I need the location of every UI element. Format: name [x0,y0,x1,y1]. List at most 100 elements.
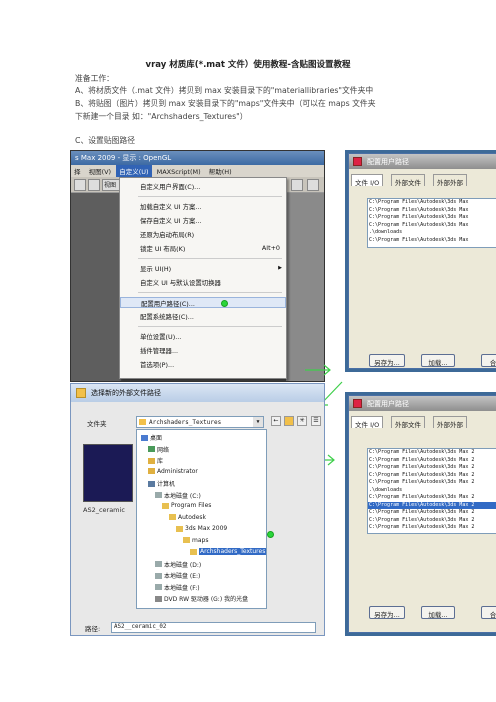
folder-tree-item[interactable]: Archshaders_Textures [190,548,266,557]
folder-tree-item[interactable]: 本地磁盘 (C:) [155,491,201,500]
chevron-down-icon[interactable]: ▼ [253,417,263,427]
save-as-button[interactable]: 另存为... [369,606,405,619]
tab-external-files[interactable]: 外部文件 [391,174,425,187]
ok-button[interactable]: 合 [481,606,496,619]
doc-title: vray 材质库(*.mat 文件）使用教程-含贴图设置教程 [145,60,351,70]
path-list-item[interactable]: C:\Program Files\Autodesk\3ds Max 2 [368,524,496,532]
folder-tree-item[interactable]: 计算机 [148,479,175,488]
folder-tree-item[interactable]: Autodesk [169,514,206,523]
folder-icon [155,584,162,590]
path-list-item[interactable]: C:\Program Files\Autodesk\3ds Max [368,207,496,215]
view-dropdown[interactable]: 视图 [102,179,120,191]
folder-tree-label: DVD RW 驱动器 (G:) 我的光盘 [164,596,249,603]
doc-step-c: C、设置贴图路径 [75,136,136,145]
menu-help[interactable]: 帮助(H) [206,165,235,177]
folder-icon [183,537,190,543]
new-folder-icon[interactable]: ✳ [297,416,307,426]
path-list-item[interactable]: C:\Program Files\Autodesk\3ds Max 2 [368,449,496,457]
menu-item[interactable]: 配置用户路径(C)... [120,297,286,308]
folder-icon [169,514,176,520]
doc-step-b: B、将贴图（图片）拷贝到 max 安装目录下的"maps"文件夹中（可以在 ma… [75,99,376,108]
menu-item[interactable]: 插件管理器... [120,345,286,356]
menu-item[interactable]: 首选项(P)... [120,359,286,370]
path-input[interactable]: AS2__ceramic_02 [111,622,316,633]
app-icon [353,157,362,166]
tab-file-io[interactable]: 文件 I/O [351,174,384,187]
menu-item[interactable]: 加载自定义 UI 方案... [120,201,286,212]
menu-customize[interactable]: 自定义(U) [116,165,152,177]
folder-tree-item[interactable]: 本地磁盘 (D:) [155,560,201,569]
folder-tree-item[interactable]: 网络 [148,445,169,454]
menu-item[interactable]: 单位设置(U)... [120,331,286,342]
path-list-item[interactable]: C:\Program Files\Autodesk\3ds Max 2 [368,501,496,509]
path-list-item[interactable]: C:\Program Files\Autodesk\3ds Max 2 [368,472,496,480]
back-icon[interactable]: ← [271,416,281,426]
folder-icon [155,561,162,567]
path-list-item[interactable]: C:\Program Files\Autodesk\3ds Max [368,214,496,222]
folder-tree-item[interactable]: Administrator [148,468,198,477]
toolbar-icon[interactable] [291,179,303,191]
menu-item[interactable]: 自定义 UI 与默认设置切换器 [120,277,286,288]
folder-tree-item[interactable]: maps [183,537,208,546]
tab-external-files[interactable]: 外部文件 [391,416,425,429]
path-list-item[interactable]: .\downloads [368,229,496,237]
view-menu-icon[interactable]: ☰ [311,416,321,426]
menu-item[interactable]: 还原为启动布局(R) [120,229,286,240]
menu-item-label: 锁定 UI 布局(K) [140,245,186,253]
menu-item-label: 配置系统路径(C)... [140,313,194,321]
menu-item-label: 保存自定义 UI 方案... [140,217,202,225]
toolbar-icon[interactable] [74,179,86,191]
path-list-item[interactable]: C:\Program Files\Autodesk\3ds Max 2 [368,517,496,525]
menu-maxscript[interactable]: MAXScript(M) [154,167,204,177]
highlight-dot-icon [221,300,228,307]
path-list-item[interactable]: .\downloads [368,487,496,495]
menu-item[interactable]: 配置系统路径(C)... [120,311,286,322]
toolbar-icon[interactable] [88,179,100,191]
path-list-item[interactable]: C:\Program Files\Autodesk\3ds Max 2 [368,509,496,517]
folder-tree-label: Autodesk [178,513,207,521]
config-paths-dialog: 配置用户路径 文件 I/O 外部文件 外部外部 C:\Program Files… [348,153,496,369]
dialog-title: 选择新的外部文件路径 [91,389,161,397]
path-list-item[interactable]: C:\Program Files\Autodesk\3ds Max [368,199,496,207]
menu-item[interactable]: 自定义用户界面(C)... [120,181,286,192]
load-button[interactable]: 加载... [421,354,455,367]
menu-item[interactable]: 保存自定义 UI 方案... [120,215,286,226]
folder-icon [148,468,155,474]
save-as-button[interactable]: 另存为... [369,354,405,367]
path-list-item[interactable]: C:\Program Files\Autodesk\3ds Max 2 [368,479,496,487]
tab-external-other[interactable]: 外部外部 [433,174,467,187]
folder-combo[interactable]: Archshaders_Textures ▼ [136,416,264,428]
path-list-item[interactable]: C:\Program Files\Autodesk\3ds Max 2 [368,457,496,465]
folder-tree-label: maps [192,536,209,544]
up-folder-icon[interactable] [284,416,294,426]
load-button[interactable]: 加载... [421,606,455,619]
menu-view[interactable]: 视图(V) [86,165,115,177]
folder-tree-item[interactable]: 桌面 [141,433,162,442]
path-list-item[interactable]: C:\Program Files\Autodesk\3ds Max [368,237,496,245]
folder-tree-item[interactable]: 本地磁盘 (E:) [155,571,200,580]
ok-button[interactable]: 合 [481,354,496,367]
tab-external-other[interactable]: 外部外部 [433,416,467,429]
path-list[interactable]: C:\Program Files\Autodesk\3ds Max 2 C:\Pr… [367,448,496,534]
tab-file-io[interactable]: 文件 I/O [351,416,384,429]
folder-tree-item[interactable]: DVD RW 驱动器 (G:) 我的光盘 [155,594,248,603]
path-list-item[interactable]: C:\Program Files\Autodesk\3ds Max 2 [368,494,496,502]
folder-tree-item[interactable]: 库 [148,456,163,465]
menu-item[interactable]: 显示 UI(H) ▶ [120,263,286,274]
doc-step-a: A、将材质文件（.mat 文件）拷贝到 max 安装目录下的"materiall… [75,86,374,95]
folder-tree-item[interactable]: 3ds Max 2009 [176,525,227,534]
menu-item-label: 显示 UI(H) [140,265,172,273]
path-list-item[interactable]: C:\Program Files\Autodesk\3ds Max [368,222,496,230]
toolbar-icon[interactable] [307,179,319,191]
menu-item[interactable]: 锁定 UI 布局(K) Alt+0 [120,243,286,254]
screenshot-choose-folder: 选择新的外部文件路径 文件夹 Archshaders_Textures ▼ ← … [70,383,325,636]
menu-select[interactable]: 择 [71,165,84,177]
folder-tree-item[interactable]: Program Files [162,502,211,511]
path-list[interactable]: C:\Program Files\Autodesk\3ds Max C:\Prog… [367,198,496,248]
folder-tree-item[interactable]: 本地磁盘 (F:) [155,583,200,592]
path-list-item[interactable]: C:\Program Files\Autodesk\3ds Max 2 [368,464,496,472]
folder-tree[interactable]: 桌面网络库 Administrator 计算机本地磁盘 (C:) Program Fi… [136,429,267,609]
doc-step-b-cont: 下新建一个目录 如："Archshaders_Textures"） [75,112,248,121]
menu-separator [138,258,282,259]
folder-icon [155,595,162,602]
